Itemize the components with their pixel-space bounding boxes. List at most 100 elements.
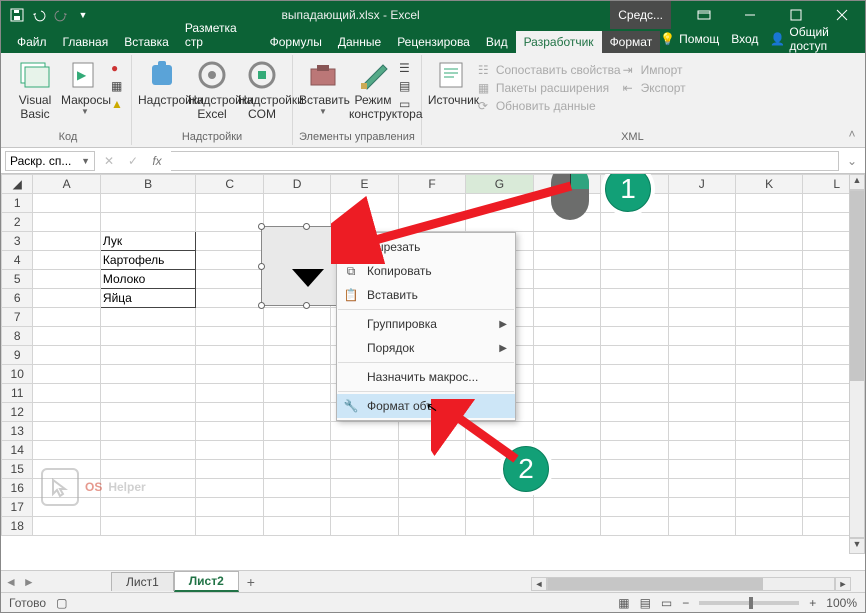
name-box[interactable]: Раскр. сп...▼ [5,151,95,171]
tell-me[interactable]: 💡Помощ [660,32,719,46]
view-page-layout-icon[interactable]: ▤ [640,596,651,610]
cell-b4[interactable]: Картофель [100,251,196,270]
col-header[interactable]: J [668,175,735,194]
col-header[interactable]: F [398,175,465,194]
row-header[interactable]: 15 [2,460,33,479]
row-header[interactable]: 3 [2,232,33,251]
cell-b6[interactable]: Яйца [100,289,196,308]
addins-button[interactable]: Надстройки [138,57,186,107]
qat-dropdown-icon[interactable]: ▼ [75,7,91,23]
sheet-nav-prev-icon[interactable]: ◄ [5,575,17,589]
zoom-in-icon[interactable]: + [809,596,816,610]
row-header[interactable]: 18 [2,517,33,536]
tab-formulas[interactable]: Формулы [262,31,330,53]
scroll-thumb[interactable] [548,578,763,590]
tab-format[interactable]: Формат [602,31,661,53]
row-header[interactable]: 10 [2,365,33,384]
relative-refs-button[interactable]: ▦ [111,79,125,93]
ctx-paste[interactable]: 📋Вставить [337,283,515,307]
tab-view[interactable]: Вид [478,31,516,53]
collapse-ribbon-icon[interactable]: ˄ [843,55,861,145]
tab-review[interactable]: Рецензирова [389,31,478,53]
macro-security-button[interactable]: ▲ [111,97,125,111]
view-page-break-icon[interactable]: ▭ [661,596,672,610]
com-addins-button[interactable]: Надстройки COM [238,57,286,121]
row-header[interactable]: 13 [2,422,33,441]
chevron-down-icon[interactable]: ▼ [81,156,90,166]
worksheet-grid[interactable]: ◢ A B C D E F G H I J K L 1 2 3Лук 4Карт… [1,174,865,554]
ctx-cut[interactable]: ✂Вырезать [337,235,515,259]
row-header[interactable]: 8 [2,327,33,346]
sheet-nav-next-icon[interactable]: ► [23,575,35,589]
visual-basic-button[interactable]: Visual Basic [11,57,59,121]
cell-b5[interactable]: Молоко [100,270,196,289]
resize-handle[interactable] [258,302,265,309]
row-header[interactable]: 17 [2,498,33,517]
col-header[interactable]: D [263,175,330,194]
zoom-level[interactable]: 100% [826,596,857,610]
tab-home[interactable]: Главная [55,31,117,53]
row-header[interactable]: 4 [2,251,33,270]
col-header[interactable]: E [331,175,398,194]
cancel-formula-icon[interactable]: ✕ [99,154,119,168]
vertical-scrollbar[interactable]: ▲ ▼ [849,174,865,554]
view-code-button[interactable]: ▤ [399,79,413,93]
sheet-tab-2[interactable]: Лист2 [174,571,239,592]
fx-icon[interactable]: fx [147,154,167,168]
row-header[interactable]: 7 [2,308,33,327]
col-header[interactable]: G [466,175,533,194]
save-icon[interactable] [9,7,25,23]
col-header[interactable]: A [33,175,100,194]
zoom-slider[interactable] [699,601,799,605]
col-header[interactable]: K [735,175,802,194]
select-all-cell[interactable]: ◢ [2,175,33,194]
redo-icon[interactable] [53,7,69,23]
scroll-down-icon[interactable]: ▼ [849,538,865,554]
view-normal-icon[interactable]: ▦ [618,596,629,610]
xml-source-button[interactable]: Источник [428,57,476,107]
insert-control-button[interactable]: Вставить▼ [299,57,347,116]
resize-handle[interactable] [303,302,310,309]
col-header[interactable]: C [196,175,263,194]
run-dialog-button[interactable]: ▭ [399,97,413,111]
row-header[interactable]: 14 [2,441,33,460]
resize-handle[interactable] [347,223,354,230]
design-mode-button[interactable]: Режим конструктора [349,57,397,121]
tab-file[interactable]: Файл [9,31,55,53]
resize-handle[interactable] [258,223,265,230]
ctx-assign-macro[interactable]: Назначить макрос... [337,365,515,389]
share-button[interactable]: 👤Общий доступ [770,25,857,53]
macro-record-status-icon[interactable]: ▢ [56,596,67,610]
tab-data[interactable]: Данные [330,31,389,53]
ctx-copy[interactable]: ⧉Копировать [337,259,515,283]
row-header[interactable]: 6 [2,289,33,308]
row-header[interactable]: 9 [2,346,33,365]
cell-b3[interactable]: Лук [100,232,196,251]
undo-icon[interactable] [31,7,47,23]
row-header[interactable]: 16 [2,479,33,498]
properties-button[interactable]: ☰ [399,61,413,75]
row-header[interactable]: 2 [2,213,33,232]
tab-developer[interactable]: Разработчик [516,31,602,53]
horizontal-scrollbar[interactable]: ◄ ► [531,576,851,592]
add-sheet-button[interactable]: + [239,574,263,590]
record-macro-button[interactable]: ● [111,61,125,75]
enter-formula-icon[interactable]: ✓ [123,154,143,168]
sheet-tab-1[interactable]: Лист1 [111,572,174,591]
scroll-thumb[interactable] [850,191,864,381]
ctx-order[interactable]: Порядок▶ [337,336,515,360]
row-header[interactable]: 11 [2,384,33,403]
tab-insert[interactable]: Вставка [116,31,177,53]
macros-button[interactable]: ▶ Макросы▼ [61,57,109,116]
resize-handle[interactable] [303,223,310,230]
col-header[interactable]: B [100,175,196,194]
row-header[interactable]: 1 [2,194,33,213]
scroll-left-icon[interactable]: ◄ [531,577,547,591]
ctx-group[interactable]: Группировка▶ [337,312,515,336]
row-header[interactable]: 12 [2,403,33,422]
scroll-right-icon[interactable]: ► [835,577,851,591]
tab-page-layout[interactable]: Разметка стр [177,17,262,53]
zoom-out-icon[interactable]: − [682,596,689,610]
excel-addins-button[interactable]: Надстройки Excel [188,57,236,121]
formula-input[interactable] [171,151,839,171]
